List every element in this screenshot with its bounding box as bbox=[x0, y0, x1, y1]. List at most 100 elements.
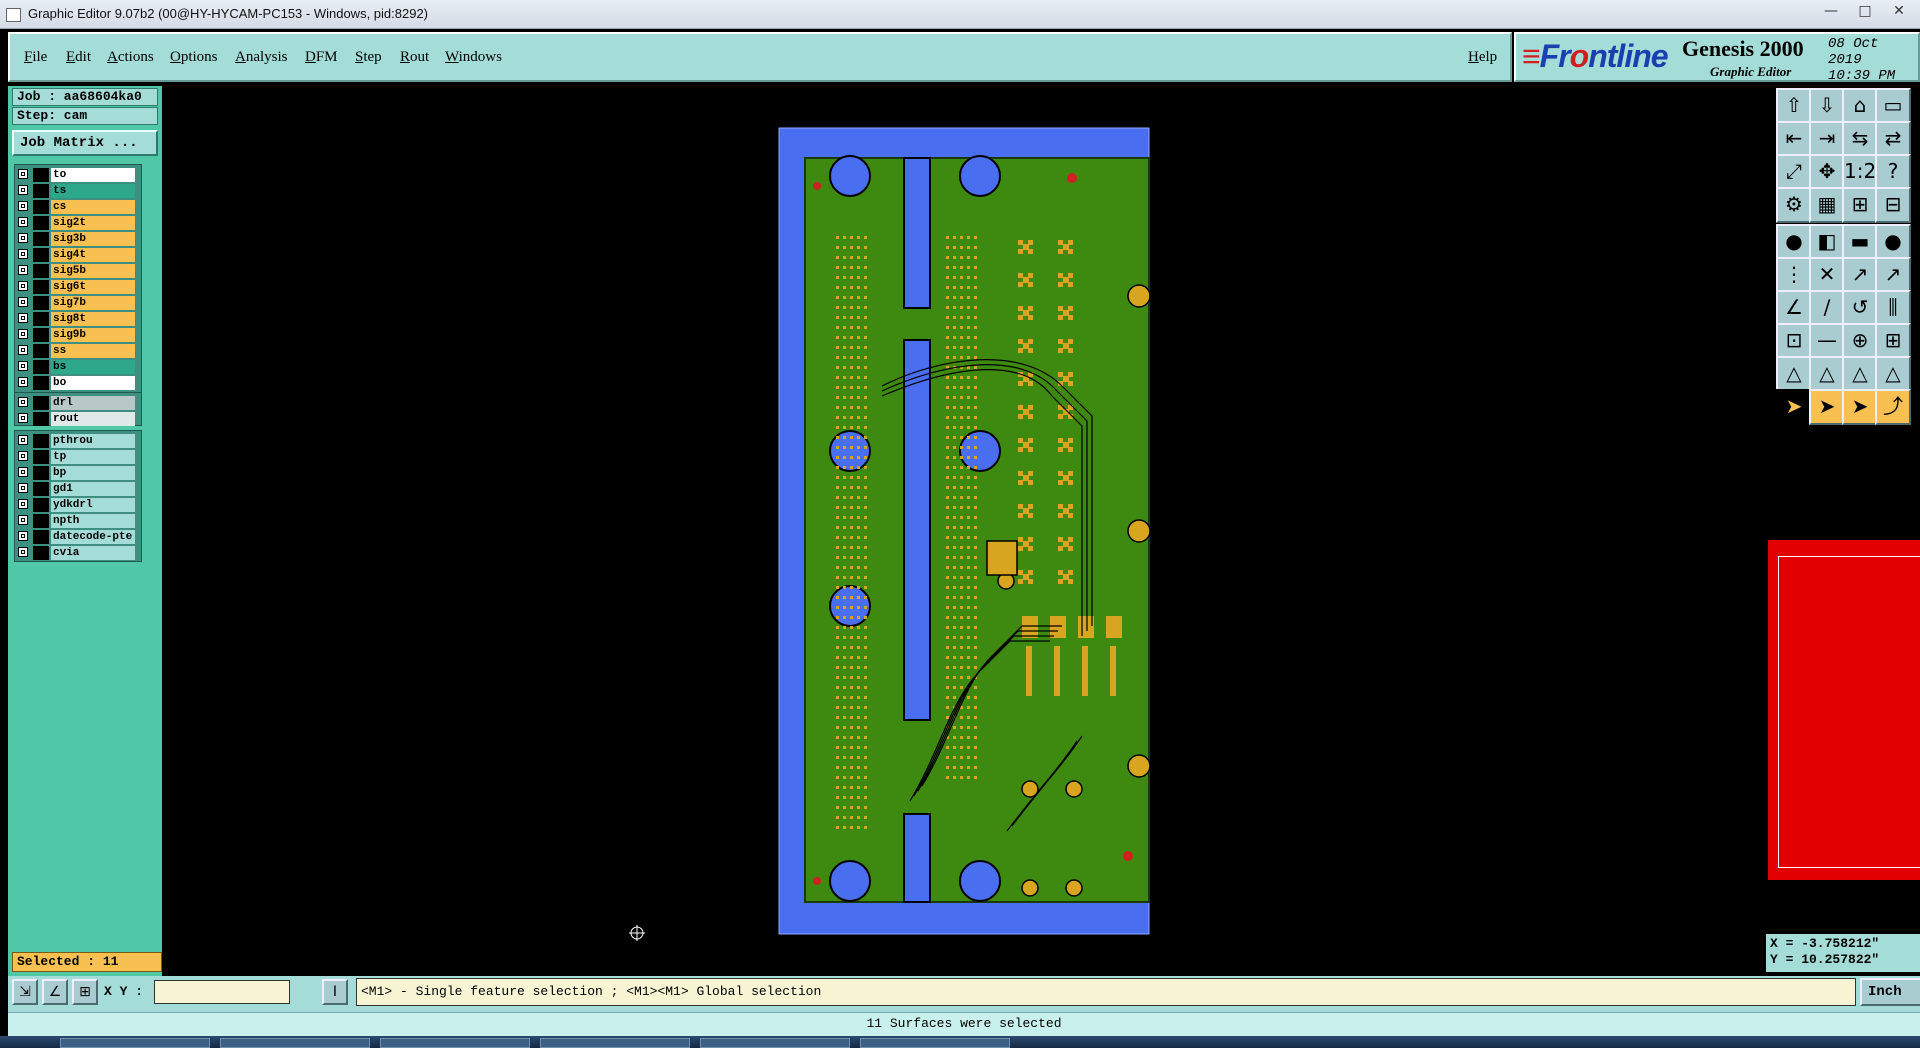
text-cursor-icon[interactable]: I bbox=[322, 979, 348, 1005]
layer-checkbox[interactable] bbox=[18, 249, 28, 259]
overview-window[interactable] bbox=[1778, 556, 1920, 868]
layer-checkbox[interactable] bbox=[18, 451, 28, 461]
menu-file[interactable]: File bbox=[24, 49, 47, 66]
snap-icon[interactable]: ⇲ bbox=[12, 979, 38, 1005]
layer-swatch[interactable] bbox=[33, 328, 49, 342]
taskbar-item[interactable] bbox=[540, 1038, 690, 1048]
tool-icon[interactable]: ● bbox=[1875, 224, 1911, 260]
layer-row-sig5b[interactable]: sig5b bbox=[15, 263, 141, 279]
overview-map[interactable] bbox=[1768, 540, 1920, 880]
layer-row-sig2t[interactable]: sig2t bbox=[15, 215, 141, 231]
tool-icon[interactable]: ⌂ bbox=[1842, 88, 1878, 124]
layer-swatch[interactable] bbox=[33, 248, 49, 262]
menu-rout[interactable]: Rout bbox=[400, 49, 429, 66]
job-matrix-button[interactable]: Job Matrix ... bbox=[12, 130, 158, 156]
tool-icon[interactable]: ⊟ bbox=[1875, 187, 1911, 223]
tool-icon[interactable]: ⇧ bbox=[1776, 88, 1812, 124]
layer-row-to[interactable]: to bbox=[15, 167, 141, 183]
layer-name[interactable]: gd1 bbox=[51, 482, 135, 496]
units-select[interactable]: Inch bbox=[1860, 978, 1920, 1006]
layer-swatch[interactable] bbox=[33, 312, 49, 326]
layer-swatch[interactable] bbox=[33, 396, 49, 410]
tool-icon[interactable]: ↗ bbox=[1842, 257, 1878, 293]
minimize-button[interactable]: — bbox=[1818, 2, 1844, 20]
layer-checkbox[interactable] bbox=[18, 265, 28, 275]
layer-swatch[interactable] bbox=[33, 264, 49, 278]
tool-icon[interactable]: △ bbox=[1875, 356, 1911, 392]
layer-row-sig4t[interactable]: sig4t bbox=[15, 247, 141, 263]
layer-swatch[interactable] bbox=[33, 296, 49, 310]
layer-swatch[interactable] bbox=[33, 450, 49, 464]
tool-icon[interactable]: ➤ bbox=[1842, 389, 1878, 425]
layer-name[interactable]: sig3b bbox=[51, 232, 135, 246]
tool-icon[interactable]: ⇥ bbox=[1809, 121, 1845, 157]
layer-checkbox[interactable] bbox=[18, 329, 28, 339]
layer-swatch[interactable] bbox=[33, 498, 49, 512]
layer-swatch[interactable] bbox=[33, 514, 49, 528]
layer-swatch[interactable] bbox=[33, 280, 49, 294]
measure-icon[interactable]: ∠ bbox=[42, 979, 68, 1005]
tool-icon[interactable]: ⚙ bbox=[1776, 187, 1812, 223]
layer-name[interactable]: ts bbox=[51, 184, 135, 198]
tool-icon[interactable]: ➤ bbox=[1776, 389, 1812, 425]
layer-checkbox[interactable] bbox=[18, 217, 28, 227]
layer-swatch[interactable] bbox=[33, 360, 49, 374]
layer-swatch[interactable] bbox=[33, 184, 49, 198]
tool-icon[interactable]: ✕ bbox=[1809, 257, 1845, 293]
layer-row-tp[interactable]: tp bbox=[15, 449, 141, 465]
tool-icon[interactable]: ⤢ bbox=[1776, 154, 1812, 190]
tool-icon[interactable]: ⊕ bbox=[1842, 323, 1878, 359]
layer-name[interactable]: bs bbox=[51, 360, 135, 374]
layer-name[interactable]: cs bbox=[51, 200, 135, 214]
layer-row-gd1[interactable]: gd1 bbox=[15, 481, 141, 497]
layer-name[interactable]: sig2t bbox=[51, 216, 135, 230]
tool-icon[interactable]: ⊡ bbox=[1776, 323, 1812, 359]
layer-checkbox[interactable] bbox=[18, 483, 28, 493]
layer-row-ss[interactable]: ss bbox=[15, 343, 141, 359]
tool-icon[interactable]: ⫼ bbox=[1875, 290, 1911, 326]
layer-checkbox[interactable] bbox=[18, 515, 28, 525]
layer-name[interactable]: sig7b bbox=[51, 296, 135, 310]
layer-checkbox[interactable] bbox=[18, 185, 28, 195]
layer-name[interactable]: rout bbox=[51, 412, 135, 426]
tool-icon[interactable]: ⋮ bbox=[1776, 257, 1812, 293]
layer-swatch[interactable] bbox=[33, 376, 49, 390]
tool-icon[interactable]: ▦ bbox=[1809, 187, 1845, 223]
layer-checkbox[interactable] bbox=[18, 547, 28, 557]
layer-checkbox[interactable] bbox=[18, 201, 28, 211]
layer-row-sig7b[interactable]: sig7b bbox=[15, 295, 141, 311]
tool-icon[interactable]: ▭ bbox=[1875, 88, 1911, 124]
layer-row-sig3b[interactable]: sig3b bbox=[15, 231, 141, 247]
layer-row-npth[interactable]: npth bbox=[15, 513, 141, 529]
tool-icon[interactable]: ➤ bbox=[1809, 389, 1845, 425]
close-button[interactable]: ✕ bbox=[1886, 2, 1912, 20]
menu-edit[interactable]: Edit bbox=[66, 49, 91, 66]
tool-icon[interactable]: △ bbox=[1776, 356, 1812, 392]
grid-icon[interactable]: ⊞ bbox=[72, 979, 98, 1005]
menu-analysis[interactable]: Analysis bbox=[235, 49, 288, 66]
layer-row-bp[interactable]: bp bbox=[15, 465, 141, 481]
layer-checkbox[interactable] bbox=[18, 169, 28, 179]
layer-checkbox[interactable] bbox=[18, 413, 28, 423]
layer-row-ts[interactable]: ts bbox=[15, 183, 141, 199]
layer-name[interactable]: sig4t bbox=[51, 248, 135, 262]
layer-row-bo[interactable]: bo bbox=[15, 375, 141, 391]
layer-checkbox[interactable] bbox=[18, 397, 28, 407]
layer-checkbox[interactable] bbox=[18, 531, 28, 541]
tool-icon[interactable]: ▬ bbox=[1842, 224, 1878, 260]
taskbar-item[interactable] bbox=[380, 1038, 530, 1048]
tool-icon[interactable]: ⇆ bbox=[1842, 121, 1878, 157]
tool-icon[interactable]: ↗ bbox=[1875, 257, 1911, 293]
layer-row-cvia[interactable]: cvia bbox=[15, 545, 141, 561]
layer-row-bs[interactable]: bs bbox=[15, 359, 141, 375]
tool-icon[interactable]: ∕ bbox=[1809, 290, 1845, 326]
tool-icon[interactable]: ∠ bbox=[1776, 290, 1812, 326]
menu-dfm[interactable]: DFM bbox=[305, 49, 338, 66]
layer-swatch[interactable] bbox=[33, 466, 49, 480]
layer-swatch[interactable] bbox=[33, 200, 49, 214]
layer-name[interactable]: bo bbox=[51, 376, 135, 390]
layer-swatch[interactable] bbox=[33, 530, 49, 544]
layer-checkbox[interactable] bbox=[18, 467, 28, 477]
layer-row-sig8t[interactable]: sig8t bbox=[15, 311, 141, 327]
tool-icon[interactable]: ◧ bbox=[1809, 224, 1845, 260]
